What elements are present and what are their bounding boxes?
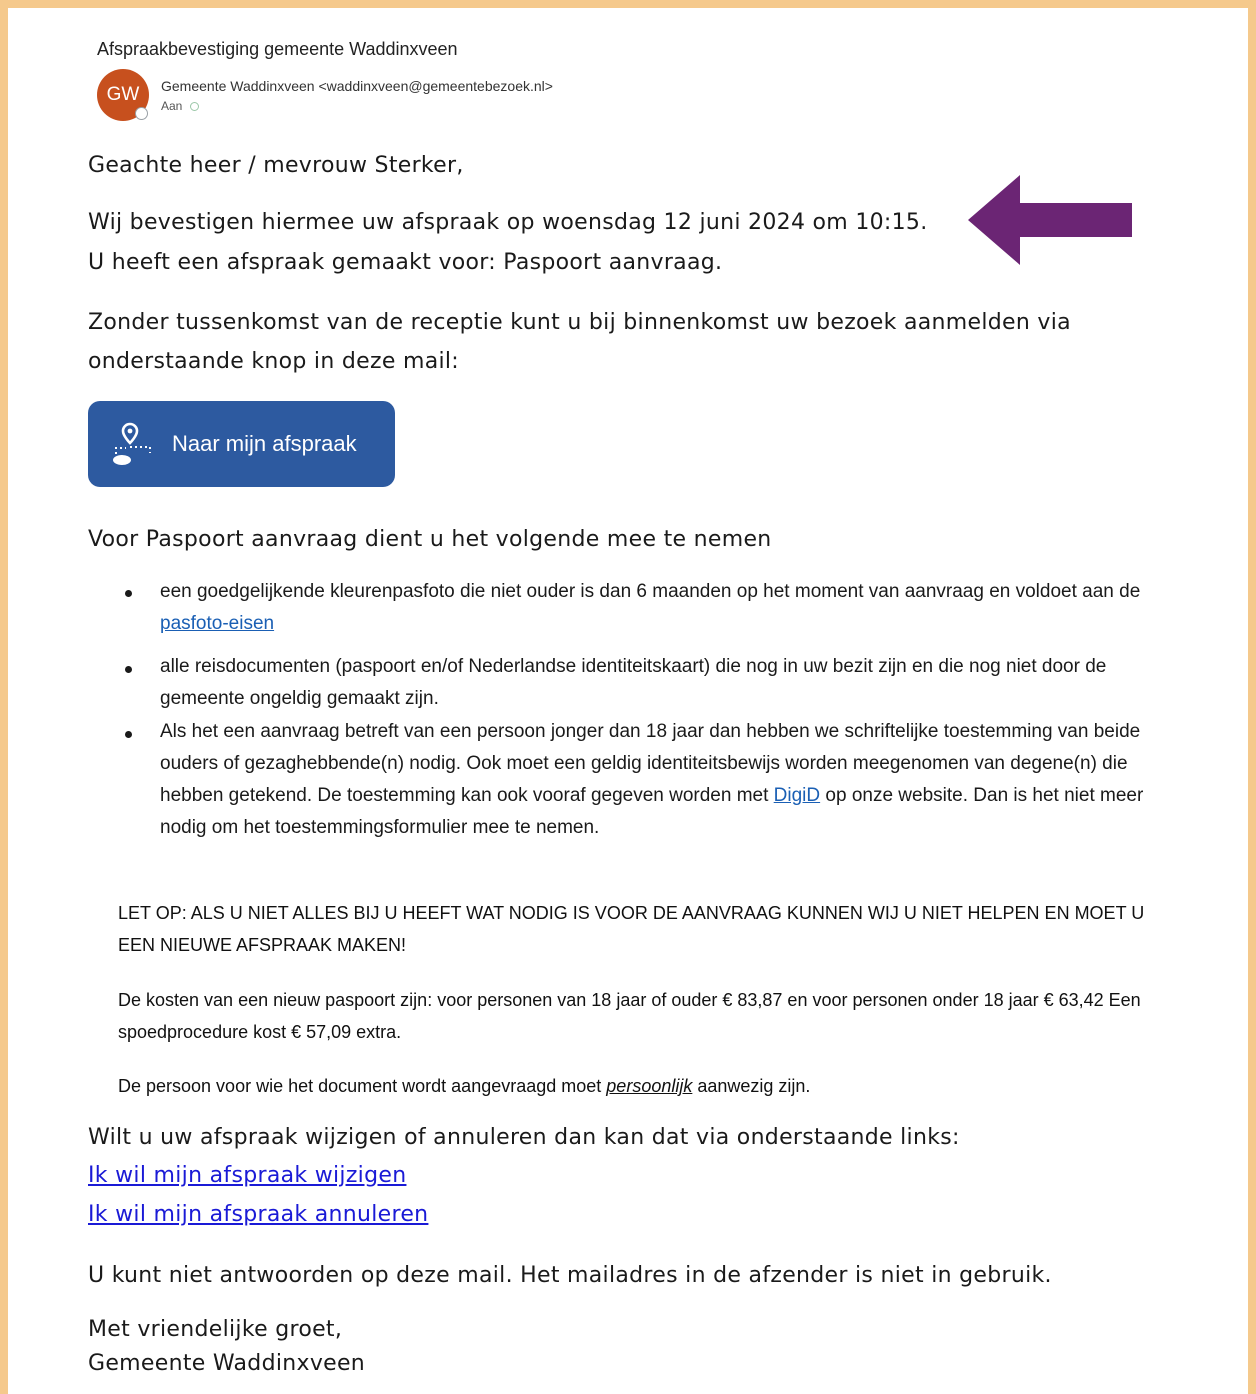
presence-notice: De persoon voor wie het document wordt a… <box>118 1070 1168 1102</box>
arrow-left-icon <box>968 175 1132 265</box>
costs-notice: De kosten van een nieuw paspoort zijn: v… <box>118 990 1141 1042</box>
recipient-status-icon <box>190 101 200 111</box>
cancel-appointment-link-wrap: Ik wil mijn afspraak annuleren <box>88 1202 428 1227</box>
list-item-text: een goedgelijkende kleurenpasfoto die ni… <box>160 581 1141 602</box>
presence-emphasis: persoonlijk <box>606 1076 693 1096</box>
appointment-type-line: U heeft een afspraak gemaakt voor: Paspo… <box>88 250 723 275</box>
list-bullet <box>125 590 132 597</box>
presence-text: De persoon voor wie het document wordt a… <box>118 1076 607 1096</box>
reception-line-2: onderstaande knop in deze mail: <box>88 349 460 374</box>
change-appointment-link[interactable]: Ik wil mijn afspraak wijzigen <box>88 1163 406 1188</box>
pasfoto-eisen-link[interactable]: pasfoto-eisen <box>160 613 274 634</box>
appointment-button[interactable]: Naar mijn afspraak <box>88 401 395 487</box>
change-appointment-link-wrap: Ik wil mijn afspraak wijzigen <box>88 1163 406 1188</box>
sender-address[interactable]: Gemeente Waddinxveen <waddinxveen@gemeen… <box>161 78 553 94</box>
cancel-appointment-link[interactable]: Ik wil mijn afspraak annuleren <box>88 1202 428 1227</box>
greeting: Geachte heer / mevrouw Sterker, <box>88 153 464 178</box>
to-label: Aan <box>161 99 183 113</box>
warning-notice: LET OP: ALS U NIET ALLES BIJ U HEEFT WAT… <box>118 903 1145 955</box>
confirmation-line: Wij bevestigen hiermee uw afspraak op wo… <box>88 210 928 235</box>
list-item: Als het een aanvraag betreft van een per… <box>160 716 1170 844</box>
noreply-notice: U kunt niet antwoorden op deze mail. Het… <box>88 1263 1052 1288</box>
list-bullet <box>125 666 132 673</box>
digid-link[interactable]: DigiD <box>774 785 820 806</box>
presence-status-icon <box>135 107 148 120</box>
list-item: een goedgelijkende kleurenpasfoto die ni… <box>160 576 1170 640</box>
bring-heading: Voor Paspoort aanvraag dient u het volge… <box>88 527 772 552</box>
email-subject: Afspraakbevestiging gemeente Waddinxveen <box>97 39 458 59</box>
closing-greeting: Met vriendelijke groet, <box>88 1317 343 1342</box>
list-bullet <box>125 731 132 738</box>
location-route-icon <box>110 420 154 468</box>
recipient-row: Aan <box>161 99 200 113</box>
reception-line-1: Zonder tussenkomst van de receptie kunt … <box>88 310 1071 335</box>
list-item: alle reisdocumenten (paspoort en/of Nede… <box>160 656 1107 709</box>
avatar-initials: GW <box>106 84 140 105</box>
signature: Gemeente Waddinxveen <box>88 1351 366 1376</box>
change-cancel-line: Wilt u uw afspraak wijzigen of annuleren… <box>88 1125 960 1150</box>
appointment-button-label: Naar mijn afspraak <box>172 431 357 456</box>
presence-text: aanwezig zijn. <box>692 1076 811 1096</box>
